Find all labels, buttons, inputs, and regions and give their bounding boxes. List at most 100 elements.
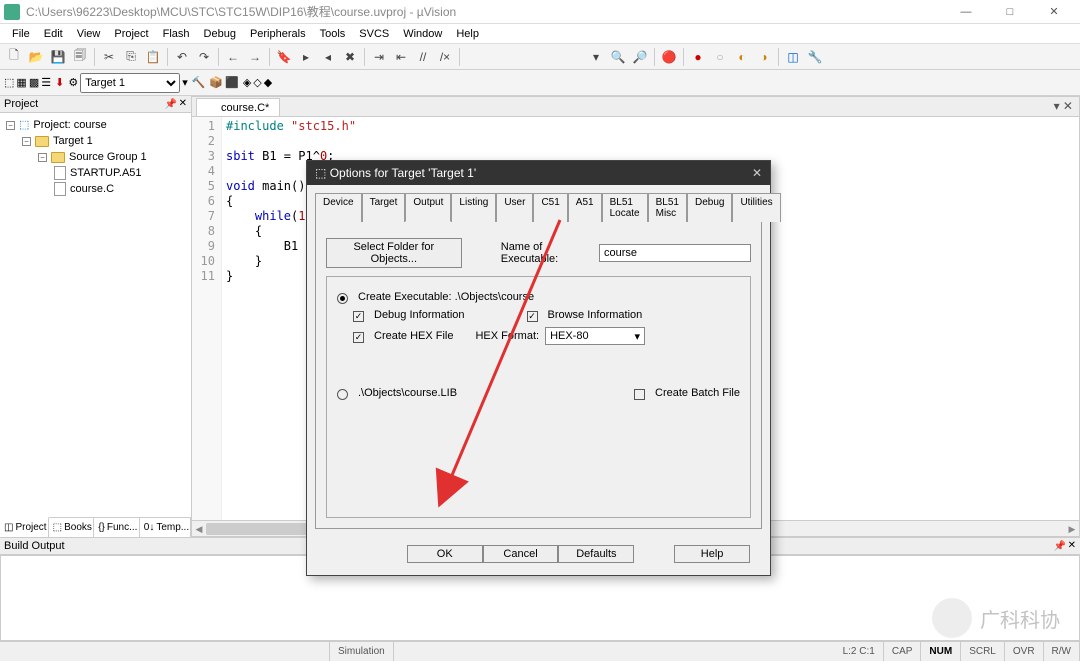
hex-format-combo[interactable]: HEX-80▾: [545, 327, 645, 345]
menu-svcs[interactable]: SVCS: [353, 26, 395, 42]
create-executable-radio[interactable]: [337, 293, 348, 304]
project-group[interactable]: Source Group 1: [69, 149, 147, 165]
project-file-startup[interactable]: STARTUP.A51: [70, 165, 142, 181]
tab-device[interactable]: Device: [315, 193, 362, 222]
comment-icon[interactable]: //: [413, 47, 433, 67]
tab-a51[interactable]: A51: [568, 193, 602, 222]
build-close-icon[interactable]: ✕: [1068, 540, 1076, 551]
build-icon[interactable]: ▦: [16, 76, 26, 89]
bookmark-prev-icon[interactable]: ◂: [318, 47, 338, 67]
project-root[interactable]: Project: course: [33, 117, 106, 133]
menu-help[interactable]: Help: [450, 26, 485, 42]
configure-icon[interactable]: 🔧: [805, 47, 825, 67]
tab-bl51-misc[interactable]: BL51 Misc: [648, 193, 687, 222]
tab-listing[interactable]: Listing: [451, 193, 496, 222]
menu-edit[interactable]: Edit: [38, 26, 69, 42]
breakpoint-disable-icon[interactable]: ○: [710, 47, 730, 67]
nav-back-icon[interactable]: ←: [223, 47, 243, 67]
options-icon[interactable]: 🔨: [192, 76, 206, 89]
translate-icon[interactable]: ⬚: [4, 76, 14, 89]
bookmark-clear-icon[interactable]: ✖: [340, 47, 360, 67]
breakpoint-killall-icon[interactable]: ◑: [754, 47, 774, 67]
find-dropdown-icon[interactable]: ▾: [586, 47, 606, 67]
nav-fwd-icon[interactable]: →: [245, 47, 265, 67]
tab-project[interactable]: ◫ Project: [0, 517, 49, 537]
debug-icon[interactable]: 🔴: [659, 47, 679, 67]
editor-tab-course[interactable]: course.C*: [196, 98, 280, 116]
menu-view[interactable]: View: [71, 26, 107, 42]
tab-functions[interactable]: {} Func...: [94, 518, 140, 537]
menu-debug[interactable]: Debug: [198, 26, 242, 42]
debug-info-checkbox[interactable]: [353, 311, 364, 322]
new-icon[interactable]: 🗋: [4, 47, 24, 67]
tab-templates[interactable]: 0↓ Temp...: [140, 518, 191, 537]
tab-bl51-locate[interactable]: BL51 Locate: [602, 193, 648, 222]
config-icon[interactable]: ◇: [253, 76, 261, 89]
select-folder-button[interactable]: Select Folder for Objects...: [326, 238, 462, 268]
books-icon[interactable]: ◈: [243, 76, 251, 89]
tab-target[interactable]: Target: [362, 193, 406, 222]
menu-peripherals[interactable]: Peripherals: [244, 26, 312, 42]
tab-c51[interactable]: C51: [533, 193, 567, 222]
bookmark-icon[interactable]: 🔖: [274, 47, 294, 67]
scroll-right-icon[interactable]: ▶: [1065, 522, 1079, 536]
tab-output[interactable]: Output: [405, 193, 451, 222]
minimize-button[interactable]: —: [944, 1, 988, 23]
help-button[interactable]: Help: [674, 545, 750, 563]
breakpoint-icon[interactable]: ●: [688, 47, 708, 67]
target-options-icon[interactable]: ⚙: [68, 76, 78, 89]
open-icon[interactable]: 📂: [26, 47, 46, 67]
outdent-icon[interactable]: ⇤: [391, 47, 411, 67]
cancel-button[interactable]: Cancel: [483, 545, 559, 563]
select-icon[interactable]: ⬛: [225, 76, 239, 89]
project-tree[interactable]: −⬚Project: course −Target 1 −Source Grou…: [0, 113, 191, 517]
project-target[interactable]: Target 1: [53, 133, 93, 149]
tab-debug[interactable]: Debug: [687, 193, 732, 222]
menu-flash[interactable]: Flash: [157, 26, 196, 42]
ok-button[interactable]: OK: [407, 545, 483, 563]
redo-icon[interactable]: ↷: [194, 47, 214, 67]
manage-icon[interactable]: 📦: [209, 76, 223, 89]
uncomment-icon[interactable]: /×: [435, 47, 455, 67]
executable-name-input[interactable]: [599, 244, 751, 262]
dialog-close-icon[interactable]: ✕: [752, 166, 762, 180]
dialog-titlebar[interactable]: ⬚ Options for Target 'Target 1' ✕: [307, 161, 770, 185]
paste-icon[interactable]: 📋: [143, 47, 163, 67]
maximize-button[interactable]: □: [988, 1, 1032, 23]
rebuild-icon[interactable]: ▩: [29, 76, 39, 89]
window-icon[interactable]: ◫: [783, 47, 803, 67]
find-icon[interactable]: 🔍: [608, 47, 628, 67]
cut-icon[interactable]: ✂: [99, 47, 119, 67]
project-file-course[interactable]: course.C: [70, 181, 114, 197]
undo-icon[interactable]: ↶: [172, 47, 192, 67]
download-icon[interactable]: ⬇: [55, 76, 64, 89]
target-dropdown-icon[interactable]: ▾: [182, 76, 188, 89]
indent-icon[interactable]: ⇥: [369, 47, 389, 67]
create-library-radio[interactable]: [337, 389, 348, 400]
menu-file[interactable]: File: [6, 26, 36, 42]
project-close-icon[interactable]: ✕: [179, 98, 187, 109]
bookmark-next-icon[interactable]: ▸: [296, 47, 316, 67]
pin-icon[interactable]: 📌: [165, 99, 177, 110]
save-icon[interactable]: 💾: [48, 47, 68, 67]
close-button[interactable]: ✕: [1032, 1, 1076, 23]
create-hex-checkbox[interactable]: [353, 332, 364, 343]
batch-build-icon[interactable]: ☰: [41, 76, 51, 89]
breakpoint-kill-icon[interactable]: ◐: [732, 47, 752, 67]
find-files-icon[interactable]: 🔎: [630, 47, 650, 67]
copy-icon[interactable]: ⎘: [121, 47, 141, 67]
editor-tabs-overflow-icon[interactable]: ▾ ✕: [1054, 99, 1073, 113]
browse-info-checkbox[interactable]: [527, 311, 538, 322]
tab-user[interactable]: User: [496, 193, 533, 222]
scroll-left-icon[interactable]: ◀: [192, 522, 206, 536]
create-batch-checkbox[interactable]: [634, 389, 645, 400]
target-select[interactable]: Target 1: [80, 73, 180, 93]
menu-tools[interactable]: Tools: [314, 26, 352, 42]
defaults-button[interactable]: Defaults: [558, 545, 634, 563]
tab-utilities[interactable]: Utilities: [732, 193, 780, 222]
tab-books[interactable]: ⬚ Books: [49, 518, 95, 537]
manage-rte-icon[interactable]: ◆: [264, 76, 272, 89]
saveall-icon[interactable]: 🗐: [70, 47, 90, 67]
build-pin-icon[interactable]: 📌: [1054, 541, 1066, 552]
menu-project[interactable]: Project: [108, 26, 154, 42]
